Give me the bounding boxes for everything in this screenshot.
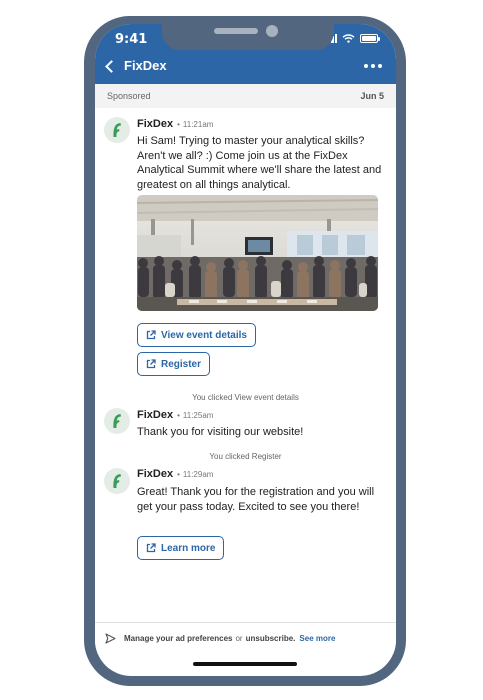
learn-more-button[interactable]: Learn more (137, 536, 225, 560)
external-link-icon (146, 359, 156, 369)
status-time: 9:41 (115, 32, 148, 47)
register-button[interactable]: Register (137, 352, 211, 376)
front-camera (266, 25, 278, 37)
sponsored-banner: Sponsored Jun 5 (95, 84, 396, 108)
message-text: Thank you for visiting our website! (137, 426, 304, 438)
message-text: Great! Thank you for the registration an… (137, 486, 375, 513)
message-text: Hi Sam! Trying to master your analytical… (137, 135, 382, 191)
see-more-link[interactable]: See more (299, 634, 335, 643)
fixdex-logo-icon (113, 474, 121, 488)
home-indicator[interactable] (193, 662, 297, 666)
sponsored-label: Sponsored (107, 91, 151, 101)
message-timestamp: 11:21am (182, 120, 214, 129)
view-event-details-label: View event details (161, 329, 247, 341)
avatar[interactable] (104, 408, 130, 434)
avatar[interactable] (104, 468, 130, 494)
manage-ad-preferences-link[interactable]: Manage your ad preferences (124, 634, 232, 643)
wifi-icon (342, 34, 355, 43)
battery-icon (360, 34, 380, 43)
phone-screen: 9:41 FixDex Sponsored Jun 5 FixDex • 11:… (95, 24, 396, 676)
unsubscribe-link[interactable]: unsubscribe. (246, 634, 296, 643)
fixdex-logo-icon (113, 123, 121, 137)
message-timestamp: 11:25am (182, 411, 214, 420)
external-link-icon (146, 543, 156, 553)
footer-or-text: or (235, 634, 243, 643)
message-sender: FixDex • 11:25am (137, 409, 214, 421)
banner-date: Jun 5 (360, 91, 384, 101)
more-options-icon[interactable] (364, 64, 382, 68)
external-link-icon (146, 330, 156, 340)
event-photo[interactable] (137, 195, 378, 311)
message-sender: FixDex • 11:21am (137, 118, 214, 130)
chevron-left-icon (105, 59, 118, 73)
conversation-title: FixDex (124, 58, 167, 73)
send-icon (105, 633, 116, 644)
phone-notch (162, 16, 334, 50)
ad-preferences-footer: Manage your ad preferences or unsubscrib… (95, 622, 396, 654)
speaker-grille (214, 28, 258, 34)
message-sender: FixDex • 11:29am (137, 468, 214, 480)
fixdex-logo-icon (113, 414, 121, 428)
system-note: You clicked View event details (192, 393, 299, 402)
system-note: You clicked Register (209, 452, 282, 461)
view-event-details-button[interactable]: View event details (137, 323, 256, 347)
learn-more-label: Learn more (161, 542, 216, 554)
message-timestamp: 11:29am (182, 470, 214, 479)
back-button[interactable]: FixDex (105, 58, 167, 73)
register-label: Register (161, 358, 202, 370)
avatar[interactable] (104, 117, 130, 143)
